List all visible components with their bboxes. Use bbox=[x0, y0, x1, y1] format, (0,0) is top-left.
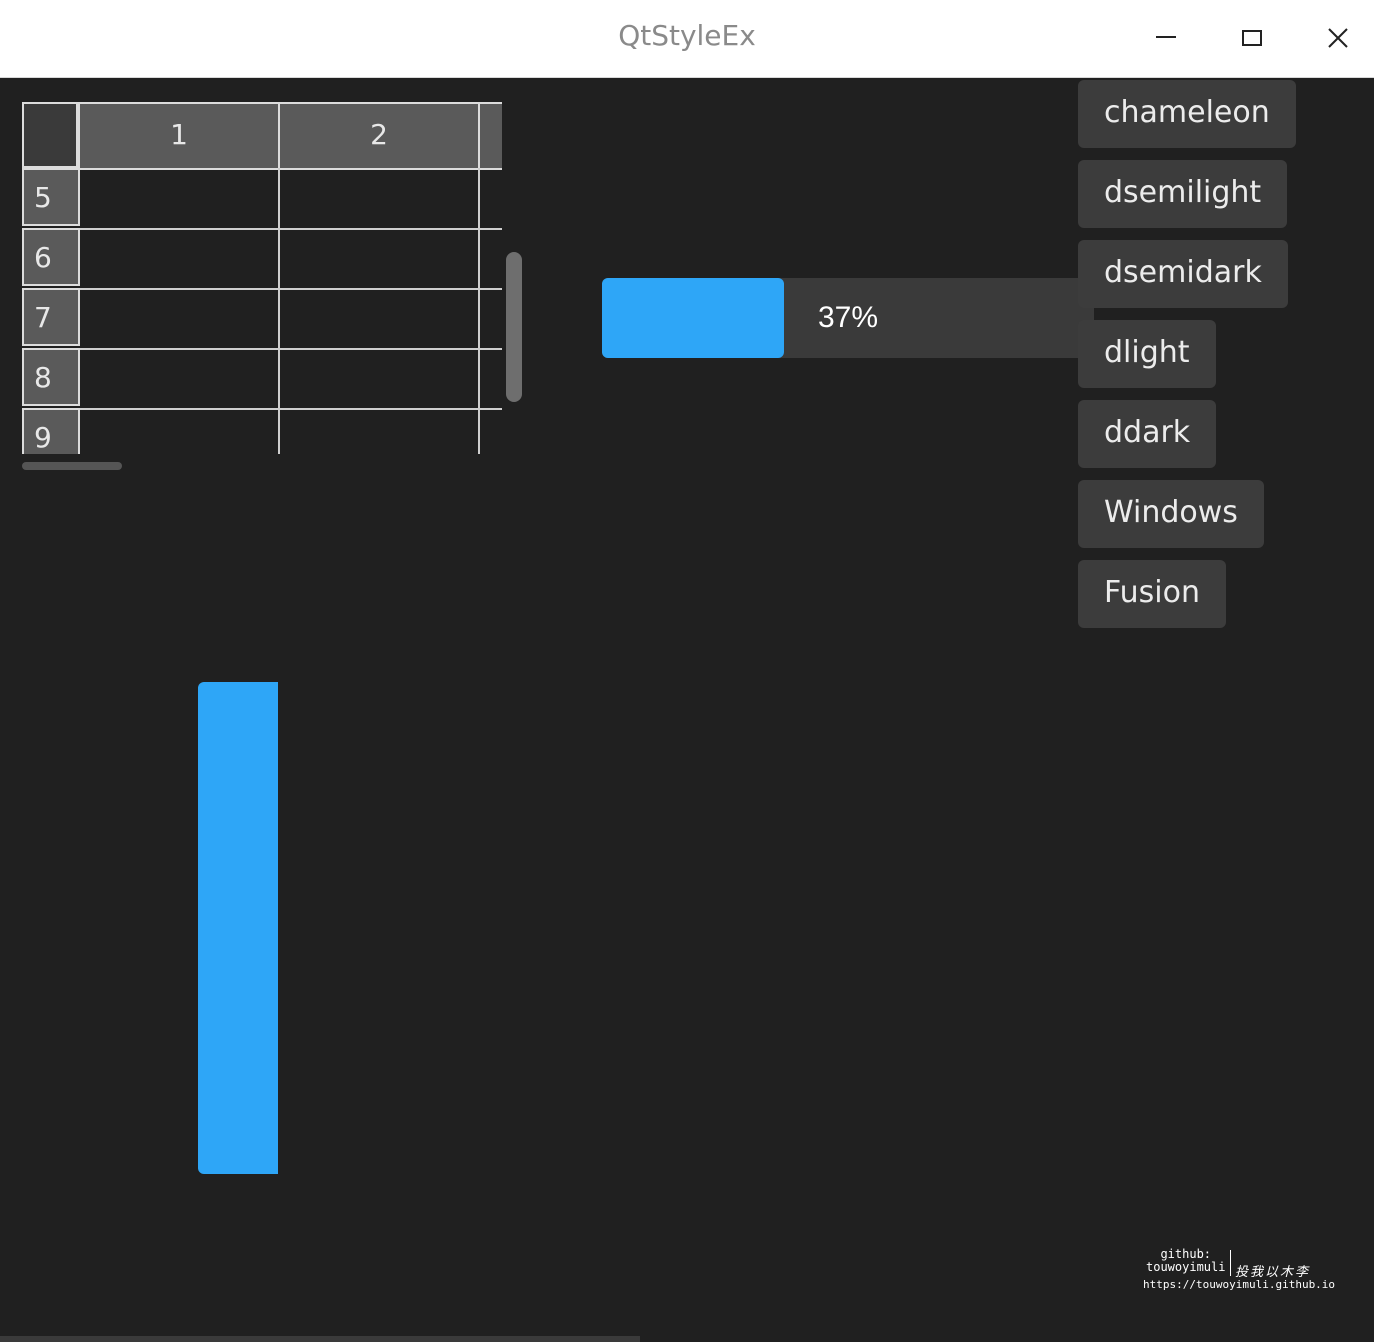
watermark: github: touwoyimuli 投我以木李 https://touwoy… bbox=[1140, 1248, 1335, 1292]
close-icon bbox=[1328, 28, 1348, 48]
style-button-dlight[interactable]: dlight bbox=[1078, 320, 1216, 388]
maximize-button[interactable] bbox=[1232, 18, 1272, 58]
row-header[interactable]: 7 bbox=[22, 288, 80, 346]
watermark-line2: touwoyimuli bbox=[1146, 1260, 1226, 1274]
style-button-ddark[interactable]: ddark bbox=[1078, 400, 1217, 468]
progress-fill bbox=[602, 278, 784, 358]
watermark-divider bbox=[1230, 1250, 1231, 1276]
style-button-fusion[interactable]: Fusion bbox=[1078, 560, 1226, 628]
row-header[interactable]: 6 bbox=[22, 228, 80, 286]
grid-line bbox=[478, 168, 480, 454]
bottom-edge bbox=[0, 1336, 640, 1342]
table-horizontal-scrollbar[interactable] bbox=[22, 462, 122, 470]
title-bar[interactable]: QtStyleEx bbox=[0, 0, 1374, 78]
row-header[interactable]: 8 bbox=[22, 348, 80, 406]
grid-line bbox=[80, 228, 502, 230]
table-vertical-scrollbar[interactable] bbox=[506, 252, 522, 402]
column-header[interactable]: 2 bbox=[278, 102, 480, 170]
maximize-icon bbox=[1242, 30, 1262, 46]
row-header[interactable]: 5 bbox=[22, 168, 80, 226]
style-button-windows[interactable]: Windows bbox=[1078, 480, 1264, 548]
table-corner-button[interactable] bbox=[22, 102, 78, 168]
minimize-button[interactable] bbox=[1146, 18, 1186, 58]
vertical-slider[interactable] bbox=[198, 682, 278, 1174]
progress-label: 37% bbox=[818, 301, 879, 334]
close-button[interactable] bbox=[1318, 18, 1358, 58]
grid-line bbox=[80, 408, 502, 410]
grid-line bbox=[80, 348, 502, 350]
grid-line bbox=[80, 288, 502, 290]
style-button-chameleon[interactable]: chameleon bbox=[1078, 80, 1296, 148]
column-header[interactable]: 1 bbox=[78, 102, 280, 170]
minimize-icon bbox=[1156, 36, 1176, 38]
watermark-url: https://touwoyimuli.github.io bbox=[1143, 1278, 1336, 1291]
progress-bar: 37% bbox=[602, 278, 1094, 358]
watermark-github: github: touwoyimuli bbox=[1146, 1248, 1225, 1274]
column-header[interactable] bbox=[478, 102, 502, 170]
grid-line bbox=[278, 168, 280, 454]
style-button-dsemidark[interactable]: dsemidark bbox=[1078, 240, 1288, 308]
style-button-dsemilight[interactable]: dsemilight bbox=[1078, 160, 1288, 228]
row-header[interactable]: 9 bbox=[22, 408, 80, 454]
table-widget[interactable]: 1 2 5 6 7 8 9 bbox=[22, 102, 502, 454]
